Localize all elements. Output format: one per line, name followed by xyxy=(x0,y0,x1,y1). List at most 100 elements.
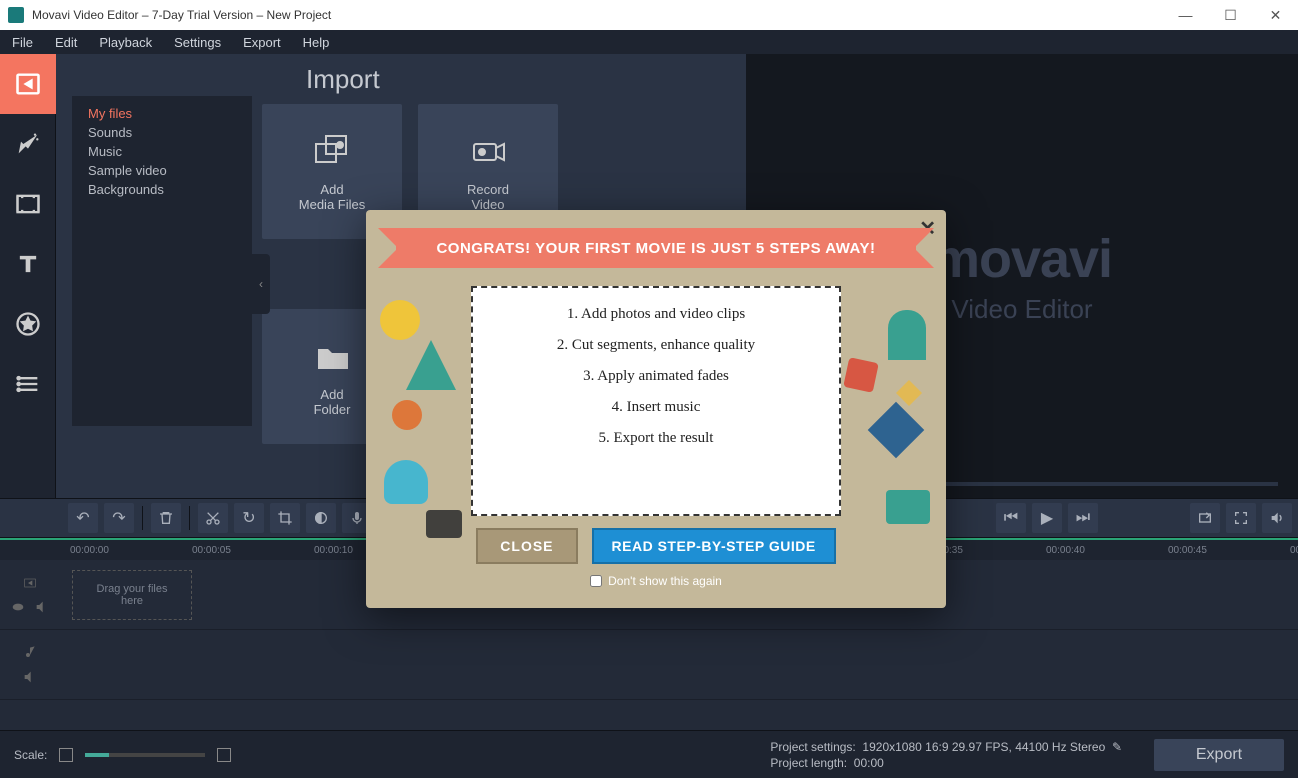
cat-backgrounds[interactable]: Backgrounds xyxy=(88,180,236,199)
close-label: CLOSE xyxy=(500,538,553,554)
project-info: Project settings: 1920x1080 16:9 29.97 F… xyxy=(770,740,1122,770)
statusbar: Scale: Project settings: 1920x1080 16:9 … xyxy=(0,730,1298,778)
audio-track-head xyxy=(0,645,60,685)
dont-show-checkbox[interactable] xyxy=(590,575,602,587)
scale-slider[interactable] xyxy=(85,753,205,757)
step-5: 5. Export the result xyxy=(599,430,714,447)
step-3: 3. Apply animated fades xyxy=(583,368,729,385)
modal-steps-card: 1. Add photos and video clips 2. Cut seg… xyxy=(471,286,841,516)
film-icon xyxy=(22,575,38,591)
maximize-button[interactable]: ☐ xyxy=(1208,0,1253,30)
collapse-handle[interactable]: ‹ xyxy=(252,254,270,314)
color-button[interactable] xyxy=(306,503,336,533)
import-header: Import xyxy=(306,64,380,95)
delete-button[interactable] xyxy=(151,503,181,533)
rotate-button[interactable]: ↻ xyxy=(234,503,264,533)
drop-hint: Drag your files here xyxy=(97,583,168,607)
menu-help[interactable]: Help xyxy=(303,35,330,50)
tool-import[interactable] xyxy=(0,54,56,114)
cat-my-files[interactable]: My files xyxy=(88,104,236,123)
menu-edit[interactable]: Edit xyxy=(55,35,77,50)
ruler-tick: 00:00:45 xyxy=(1168,545,1218,556)
music-note-icon xyxy=(22,645,38,661)
doodle-headphones xyxy=(888,310,926,360)
left-toolbar xyxy=(0,54,56,498)
length-label: Project length: xyxy=(770,756,847,770)
cat-music[interactable]: Music xyxy=(88,142,236,161)
ruler-tick: 00:00:40 xyxy=(1046,545,1096,556)
preview-product: Video Editor xyxy=(951,294,1092,325)
next-frame-button[interactable]: ⏭ xyxy=(1068,503,1098,533)
ruler-tick: 00:00:00 xyxy=(70,545,120,556)
tool-stickers[interactable] xyxy=(0,294,56,354)
length-value: 00:00 xyxy=(854,756,884,770)
close-button[interactable]: ✕ xyxy=(1253,0,1298,30)
modal-banner: CONGRATS! YOUR FIRST MOVIE IS JUST 5 STE… xyxy=(396,228,916,268)
doodle-letter xyxy=(843,357,879,393)
dont-show-label[interactable]: Don't show this again xyxy=(608,574,722,588)
app-icon xyxy=(8,7,24,23)
export-button[interactable]: Export xyxy=(1154,739,1284,771)
audio-track[interactable] xyxy=(0,630,1298,700)
speaker-icon[interactable] xyxy=(34,599,50,615)
modal-dont-show: Don't show this again xyxy=(366,574,946,588)
zoom-in-icon[interactable] xyxy=(217,748,231,762)
tool-filters[interactable] xyxy=(0,114,56,174)
modal-close-button[interactable]: CLOSE xyxy=(476,528,577,564)
edit-settings-icon[interactable]: ✎ xyxy=(1112,740,1122,754)
loop-button[interactable] xyxy=(1190,503,1220,533)
doodle-ghost xyxy=(384,460,428,504)
zoom-out-icon[interactable] xyxy=(59,748,73,762)
menubar: File Edit Playback Settings Export Help xyxy=(0,30,1298,54)
ruler-tick: 00:00:10 xyxy=(314,545,364,556)
fullscreen-button[interactable] xyxy=(1226,503,1256,533)
tile-add-media-label: Add Media Files xyxy=(299,182,365,212)
settings-value: 1920x1080 16:9 29.97 FPS, 44100 Hz Stere… xyxy=(862,740,1105,754)
modal-guide-button[interactable]: READ STEP-BY-STEP GUIDE xyxy=(592,528,836,564)
settings-label: Project settings: xyxy=(770,740,855,754)
doodle-clapper xyxy=(426,510,462,538)
ruler-tick: 00:00:50 xyxy=(1290,545,1298,556)
tool-titles[interactable] xyxy=(0,234,56,294)
prev-frame-button[interactable]: ⏮ xyxy=(996,503,1026,533)
menu-settings[interactable]: Settings xyxy=(174,35,221,50)
media-files-icon xyxy=(312,132,352,172)
folder-icon xyxy=(312,337,352,377)
doodle-bulb xyxy=(392,400,422,430)
doodle-diamond xyxy=(896,380,922,406)
tile-add-folder-label: Add Folder xyxy=(314,387,351,417)
export-label: Export xyxy=(1196,746,1242,764)
window-title: Movavi Video Editor – 7-Day Trial Versio… xyxy=(32,8,331,22)
minimize-button[interactable]: — xyxy=(1163,0,1208,30)
camera-icon xyxy=(468,132,508,172)
menu-playback[interactable]: Playback xyxy=(99,35,152,50)
doodle-folder xyxy=(886,490,930,524)
ruler-tick: 00:00:05 xyxy=(192,545,242,556)
doodle-star xyxy=(406,340,456,390)
cat-sample-video[interactable]: Sample video xyxy=(88,161,236,180)
video-track-head xyxy=(0,575,60,615)
tool-transitions[interactable] xyxy=(0,174,56,234)
redo-button[interactable]: ↷ xyxy=(104,503,134,533)
volume-button[interactable] xyxy=(1262,503,1292,533)
welcome-modal: ✕ CONGRATS! YOUR FIRST MOVIE IS JUST 5 S… xyxy=(366,210,946,608)
tool-more[interactable] xyxy=(0,354,56,414)
cut-button[interactable] xyxy=(198,503,228,533)
undo-button[interactable]: ↶ xyxy=(68,503,98,533)
menu-file[interactable]: File xyxy=(12,35,33,50)
step-2: 2. Cut segments, enhance quality xyxy=(557,337,755,354)
titlebar: Movavi Video Editor – 7-Day Trial Versio… xyxy=(0,0,1298,30)
cat-sounds[interactable]: Sounds xyxy=(88,123,236,142)
menu-export[interactable]: Export xyxy=(243,35,281,50)
scale-label: Scale: xyxy=(14,748,47,762)
doodle-gem xyxy=(868,402,925,459)
window-controls: — ☐ ✕ xyxy=(1163,0,1298,30)
crop-button[interactable] xyxy=(270,503,300,533)
step-4: 4. Insert music xyxy=(612,399,701,416)
video-drop-zone[interactable]: Drag your files here xyxy=(72,570,192,620)
speaker-icon[interactable] xyxy=(22,669,38,685)
eye-icon[interactable] xyxy=(10,599,26,615)
import-categories: My files Sounds Music Sample video Backg… xyxy=(72,96,252,426)
play-button[interactable]: ▶ xyxy=(1032,503,1062,533)
guide-label: READ STEP-BY-STEP GUIDE xyxy=(612,538,816,554)
